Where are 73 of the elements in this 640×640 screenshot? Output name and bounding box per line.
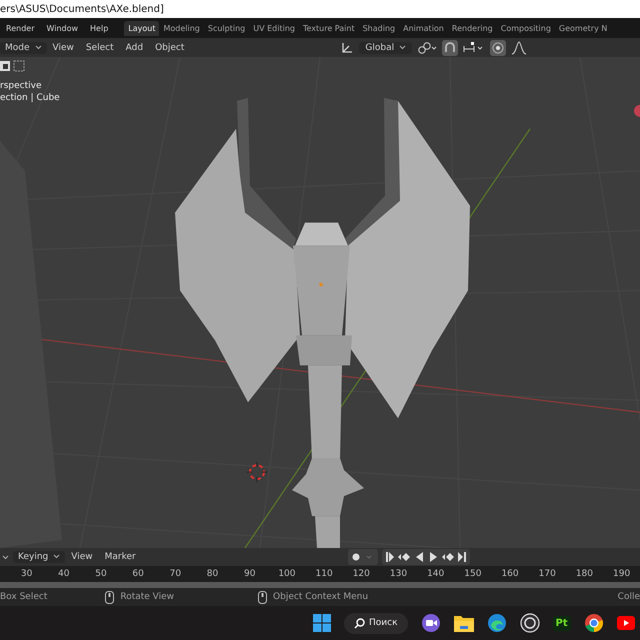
chevron-down-icon (34, 44, 42, 50)
frame-number: 160 (500, 569, 520, 579)
workspace-tab[interactable]: Texture Paint (298, 20, 359, 36)
frame-number: 130 (388, 569, 408, 579)
link-icon[interactable] (417, 40, 438, 54)
snap-target-icon[interactable] (463, 40, 486, 54)
workspace-tab[interactable]: UV Editing (249, 20, 299, 36)
frame-number: 100 (277, 569, 296, 579)
menu-item[interactable]: View (65, 552, 99, 562)
status-hint: Rotate View (120, 592, 174, 602)
chevron-down-icon (53, 554, 60, 560)
frame-number: 90 (242, 569, 256, 579)
folder-app-icon[interactable] (454, 614, 474, 632)
transform-axes-icon[interactable] (340, 40, 354, 54)
status-hint: Object Context Menu (273, 592, 368, 602)
mouse-icon (258, 590, 268, 604)
video-chat-app-icon[interactable] (420, 613, 441, 633)
frame-number: 60 (131, 569, 145, 579)
proportional-edit-icon[interactable] (490, 40, 506, 56)
taskbar-search[interactable]: Поиск (344, 612, 408, 634)
search-icon (354, 618, 365, 628)
frame-number: 150 (463, 569, 482, 579)
menu-item[interactable]: Select (80, 42, 120, 52)
3d-cursor-icon (246, 462, 268, 483)
workspace-tab[interactable]: Layout (124, 20, 160, 36)
menu-item[interactable]: Render (0, 24, 40, 32)
browser-wave-app-icon[interactable] (486, 613, 507, 633)
workspace-tab[interactable]: Rendering (448, 20, 497, 36)
select-mode-icon[interactable] (0, 60, 26, 72)
frame-number: 50 (94, 569, 108, 579)
video-player-app-icon[interactable] (616, 616, 635, 630)
window-title: ers\ASUS\Documents\AXe.blend] (0, 4, 164, 14)
viewport-info-text: ection | Cube (0, 93, 60, 103)
frame-number: 70 (168, 569, 182, 579)
timeline-scrollbar[interactable] (0, 582, 640, 588)
frame-number: 190 (612, 569, 632, 579)
frame-number: 110 (314, 569, 334, 579)
mode-dropdown[interactable]: Mode (0, 42, 47, 54)
menu-item[interactable]: Window (40, 24, 84, 32)
chrome-style-app-icon[interactable] (584, 613, 604, 633)
workspace-tab[interactable]: Shading (358, 20, 400, 36)
frame-number: 30 (20, 569, 34, 579)
windows-start-icon[interactable] (313, 614, 331, 632)
frame-number: 80 (206, 569, 220, 579)
status-hint: Box Select (0, 592, 48, 602)
record-button[interactable] (348, 549, 378, 565)
mouse-icon (105, 590, 114, 604)
frame-number: 170 (538, 569, 557, 579)
viewport-info-text: rspective (0, 81, 42, 91)
menu-item[interactable]: Object (149, 42, 190, 52)
menu-item[interactable]: Add (120, 42, 150, 52)
workspace-tab[interactable]: Modeling (159, 20, 204, 36)
frame-number: 180 (574, 569, 594, 579)
status-info: Colle (618, 592, 640, 602)
app-icon[interactable]: Pt (552, 616, 571, 630)
playback-controls-icon[interactable] (382, 549, 470, 565)
workspace-tab[interactable]: Sculpting (204, 20, 250, 36)
chevron-down-icon (399, 44, 406, 50)
menu-item[interactable]: Help (84, 24, 114, 32)
menu-item[interactable]: View (46, 42, 80, 52)
workspace-tab[interactable]: Compositing (496, 20, 555, 36)
workspace-tab[interactable]: Geometry N (554, 20, 612, 36)
frame-number: 40 (57, 569, 70, 579)
chevron-down-icon[interactable] (2, 554, 9, 560)
magnet-icon[interactable] (442, 40, 458, 56)
aperture-app-icon[interactable] (520, 613, 540, 633)
frame-number: 120 (352, 569, 371, 579)
workspace-tab[interactable]: Animation (399, 20, 448, 36)
keying-dropdown[interactable]: Keying (13, 551, 66, 563)
orientation-dropdown[interactable]: Global (359, 42, 412, 54)
frame-number: 140 (426, 569, 446, 579)
falloff-curve-icon[interactable] (511, 40, 528, 54)
menu-item[interactable]: Marker (98, 552, 142, 562)
